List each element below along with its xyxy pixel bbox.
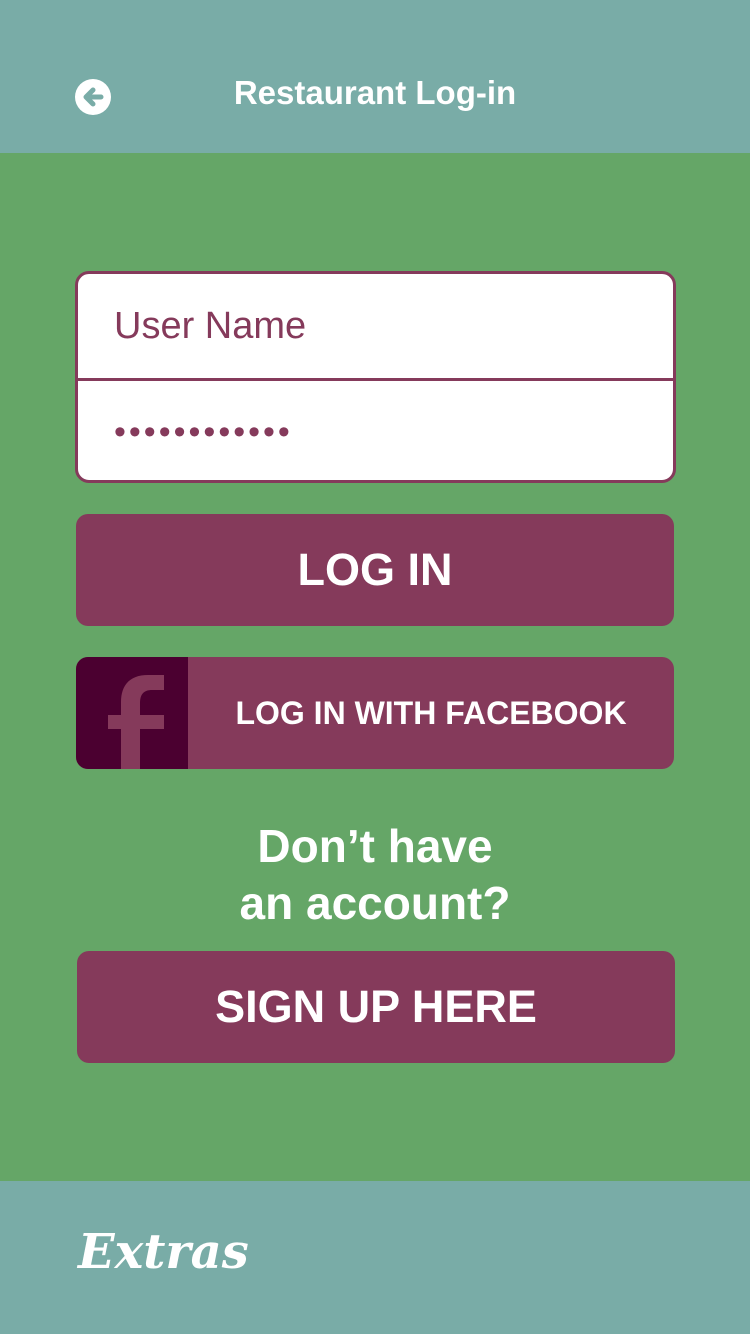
extras-link[interactable]: Extras — [78, 1220, 249, 1284]
page-title: Restaurant Log-in — [233, 74, 517, 111]
signup-prompt-line2: an account? — [239, 877, 511, 929]
signup-button[interactable]: SIGN UP HERE — [77, 951, 675, 1063]
signup-prompt: Don’t have an account? — [0, 818, 750, 932]
facebook-f-icon — [108, 675, 164, 769]
header-bar: Restaurant Log-in — [0, 0, 750, 153]
facebook-login-button[interactable]: LOG IN WITH FACEBOOK — [76, 657, 674, 769]
username-input[interactable] — [78, 274, 673, 378]
facebook-icon-container — [76, 657, 188, 769]
login-form — [75, 271, 676, 483]
password-input[interactable] — [78, 381, 673, 480]
facebook-login-label: LOG IN WITH FACEBOOK — [235, 694, 627, 731]
login-button[interactable]: LOG IN — [76, 514, 674, 626]
login-button-label: LOG IN — [297, 544, 453, 595]
signup-prompt-line1: Don’t have — [257, 820, 493, 872]
signup-button-label: SIGN UP HERE — [215, 981, 537, 1032]
